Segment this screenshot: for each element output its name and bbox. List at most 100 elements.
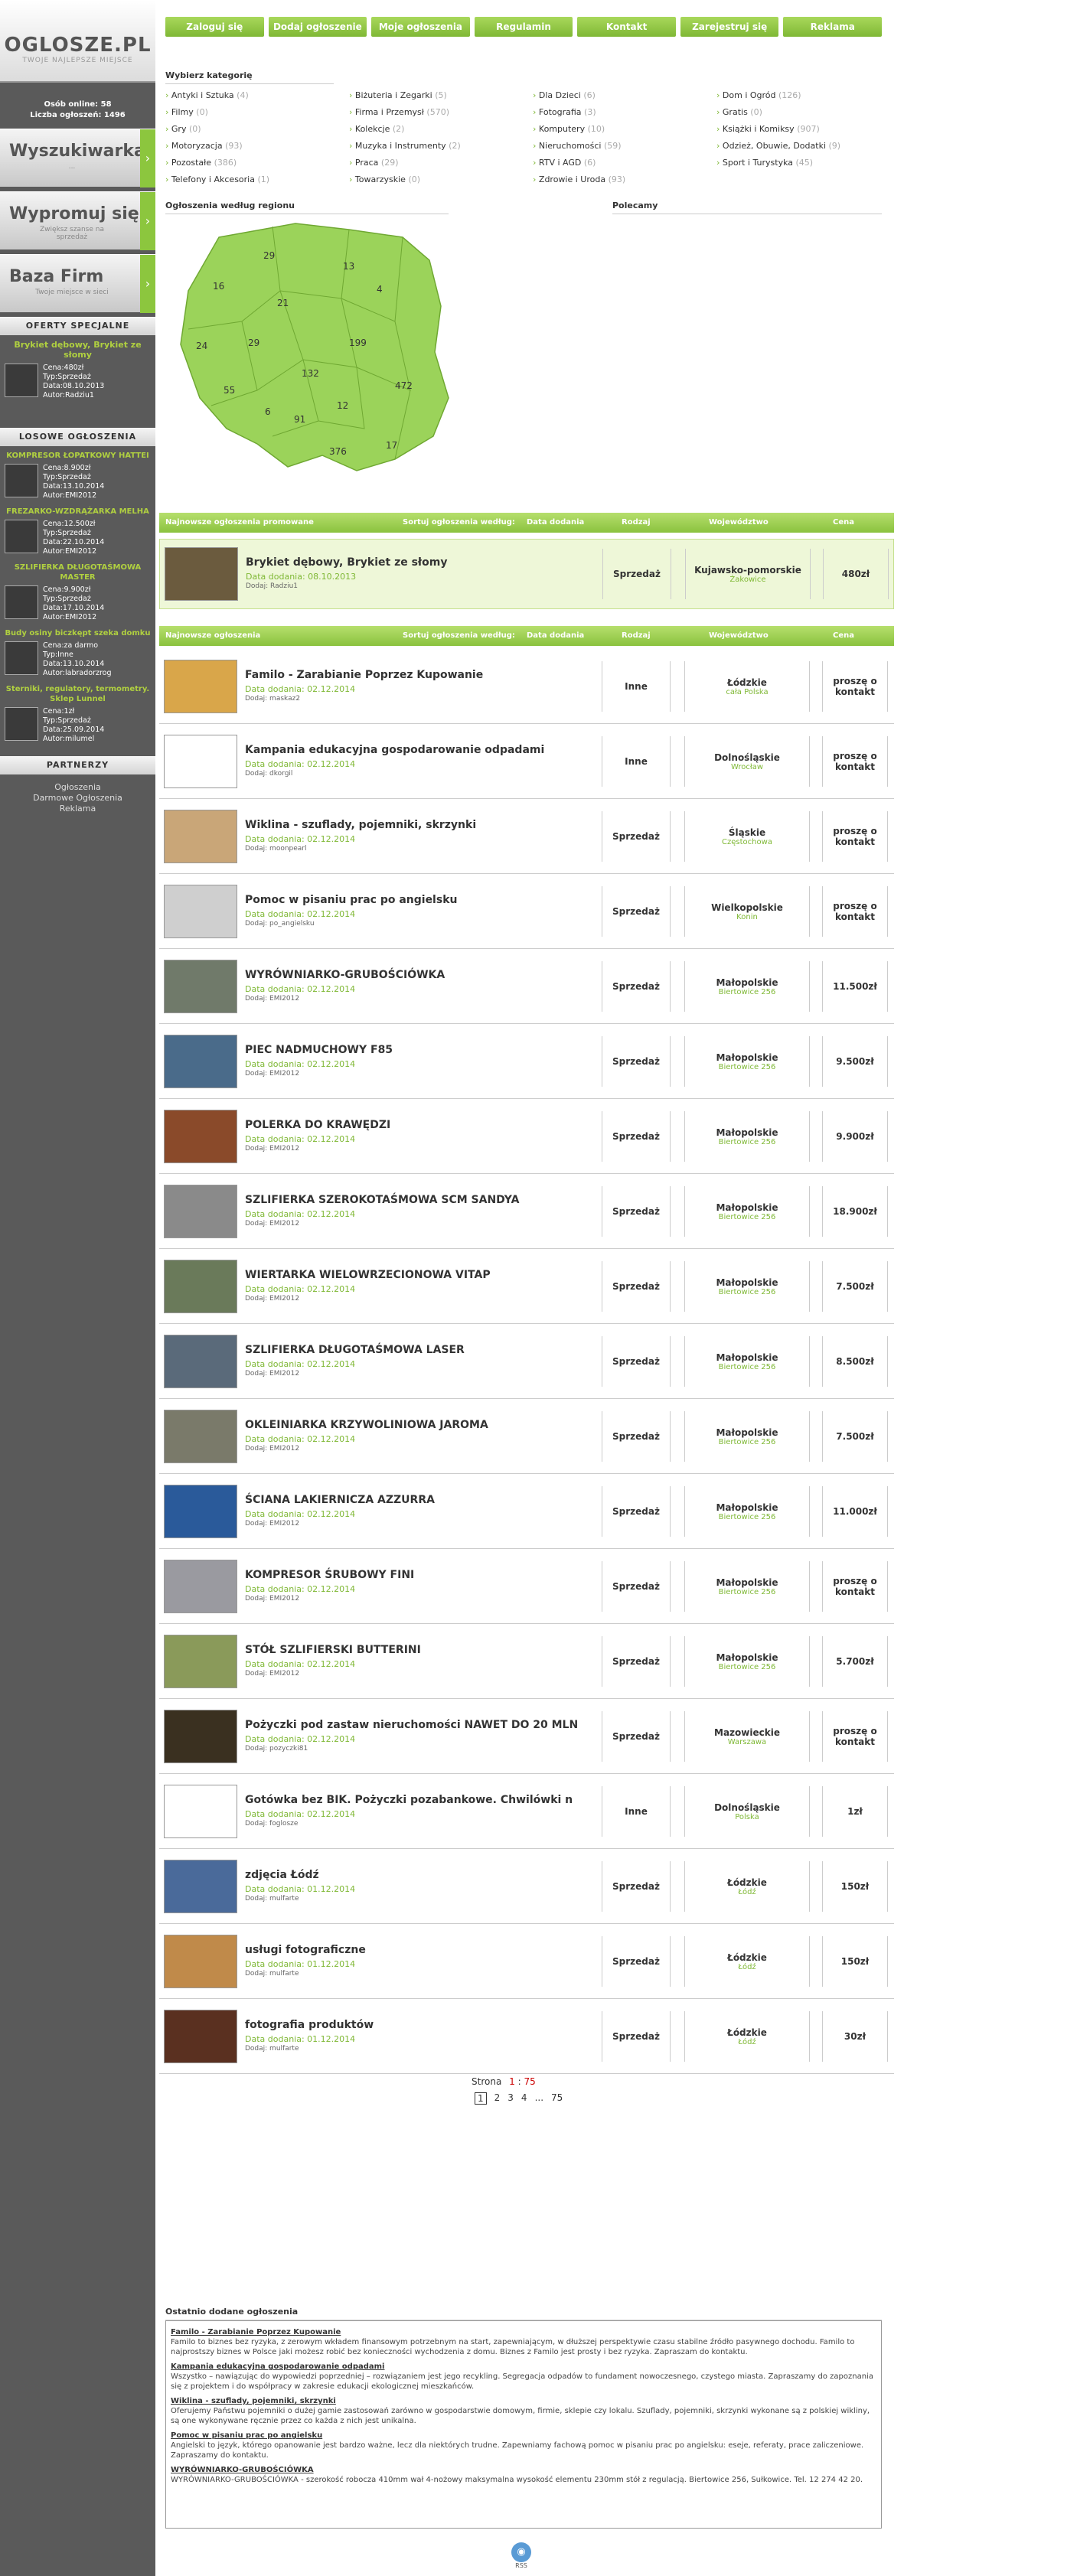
ad-title[interactable]: Wiklina - szuflady, pojemniki, skrzynki	[245, 819, 476, 831]
rss-link[interactable]: ◉ RSS	[508, 2542, 534, 2573]
random-ad-title[interactable]: Budy osiny biczkępt szeka domku	[0, 624, 155, 640]
map-count[interactable]: 472	[395, 380, 413, 391]
category-link[interactable]: Gratis (0)	[716, 107, 762, 117]
random-ad-thumbnail[interactable]	[5, 585, 38, 619]
table-row[interactable]: Kampania edukacyjna gospodarowanie odpad…	[159, 727, 894, 799]
table-row[interactable]: STÓŁ SZLIFIERSKI BUTTERINI Data dodania: …	[159, 1627, 894, 1699]
category-link[interactable]: Motoryzacja (93)	[165, 141, 243, 151]
page-link[interactable]: 2	[494, 2092, 501, 2105]
ad-title[interactable]: WYRÓWNIARKO-GRUBOŚCIÓWKA	[245, 969, 445, 981]
table-row[interactable]: OKLEINIARKA KRZYWOLINIOWA JAROMA Data dod…	[159, 1402, 894, 1474]
sort-date[interactable]: Data dodania	[527, 518, 584, 527]
map-count[interactable]: 132	[302, 368, 319, 379]
recent-ad-title[interactable]: Pomoc w pisaniu prac po angielsku	[171, 2431, 876, 2441]
sort-price[interactable]: Cena	[833, 631, 854, 640]
table-row[interactable]: Wiklina - szuflady, pojemniki, skrzynki D…	[159, 802, 894, 874]
random-ad-title[interactable]: Sterniki, regulatory, termometry. Sklep …	[0, 680, 155, 706]
ad-thumbnail[interactable]	[164, 1035, 237, 1088]
ad-title[interactable]: Familo - Zarabianie Poprzez Kupowanie	[245, 669, 483, 681]
ad-thumbnail[interactable]	[164, 885, 237, 938]
table-row[interactable]: fotografia produktów Data dodania: 01.12.…	[159, 2002, 894, 2074]
map-count[interactable]: 21	[277, 298, 289, 308]
nav-register[interactable]: Zarejestruj się	[680, 17, 779, 37]
category-link[interactable]: Nieruchomości (59)	[533, 141, 622, 151]
random-ad-thumbnail[interactable]	[5, 641, 38, 675]
map-count[interactable]: 12	[337, 400, 348, 411]
random-ad-thumbnail[interactable]	[5, 464, 38, 497]
map-count[interactable]: 16	[213, 281, 224, 292]
category-link[interactable]: Fotografia (3)	[533, 107, 596, 117]
poland-region-map[interactable]: 29 13 16 21 4 24 29 199 132 55 12 472 6 …	[165, 207, 456, 497]
partner-link[interactable]: Ogłoszenia	[0, 782, 155, 793]
category-link[interactable]: Sport i Turystyka (45)	[716, 158, 813, 168]
ad-thumbnail[interactable]	[164, 735, 237, 788]
partner-link[interactable]: Reklama	[0, 804, 155, 814]
special-offer-thumbnail[interactable]	[5, 364, 38, 397]
search-button[interactable]: Wyszukiwarka ... ›	[0, 129, 155, 187]
recent-ad-title[interactable]: Wiklina - szuflady, pojemniki, skrzynki	[171, 2396, 876, 2406]
ad-title[interactable]: OKLEINIARKA KRZYWOLINIOWA JAROMA	[245, 1419, 488, 1431]
table-row[interactable]: zdjęcia Łódź Data dodania: 01.12.2014 Doda…	[159, 1852, 894, 1924]
ad-title[interactable]: Gotówka bez BIK. Pożyczki pozabankowe. C…	[245, 1794, 573, 1806]
ad-thumbnail[interactable]	[164, 1710, 237, 1763]
sort-date[interactable]: Data dodania	[527, 631, 584, 640]
random-ad-title[interactable]: FREZARKO-WZDRĄŻARKA MELHA	[0, 502, 155, 518]
category-link[interactable]: Pozostałe (386)	[165, 158, 237, 168]
ad-thumbnail[interactable]	[164, 1785, 237, 1838]
category-link[interactable]: Dla Dzieci (6)	[533, 90, 596, 100]
ad-thumbnail[interactable]	[164, 1335, 237, 1388]
ad-thumbnail[interactable]	[164, 1485, 237, 1538]
table-row[interactable]: WIERTARKA WIELOWRZECIONOWA VITAP Data dod…	[159, 1252, 894, 1324]
ad-thumbnail[interactable]	[164, 960, 237, 1013]
ad-title[interactable]: ŚCIANA LAKIERNICZA AZZURRA	[245, 1494, 435, 1506]
random-ad-thumbnail[interactable]	[5, 520, 38, 553]
random-ad-title[interactable]: KOMPRESOR ŁOPATKOWY HATTEI	[0, 446, 155, 462]
ad-thumbnail[interactable]	[164, 1860, 237, 1913]
category-link[interactable]: Muzyka i Instrumenty (2)	[349, 141, 461, 151]
category-link[interactable]: Gry (0)	[165, 124, 201, 134]
ad-title[interactable]: Pożyczki pod zastaw nieruchomości NAWET …	[245, 1719, 578, 1731]
table-row[interactable]: SZLIFIERKA SZEROKOTAŚMOWA SCM SANDYA Data…	[159, 1177, 894, 1249]
category-link[interactable]: Praca (29)	[349, 158, 399, 168]
map-count[interactable]: 13	[343, 261, 354, 272]
map-count[interactable]: 6	[265, 406, 271, 417]
ad-title[interactable]: usługi fotograficzne	[245, 1944, 366, 1956]
special-offer-title[interactable]: Brykiet dębowy, Brykiet ze słomy	[0, 335, 155, 362]
table-row[interactable]: WYRÓWNIARKO-GRUBOŚCIÓWKA Data dodania: 02…	[159, 952, 894, 1024]
sort-region[interactable]: Województwo	[709, 631, 769, 640]
recent-ad-title[interactable]: Kampania edukacyjna gospodarowanie odpad…	[171, 2362, 876, 2372]
table-row[interactable]: Familo - Zarabianie Poprzez Kupowanie Dat…	[159, 652, 894, 724]
page-link[interactable]: 4	[521, 2092, 527, 2105]
table-row[interactable]: KOMPRESOR ŚRUBOWY FINI Data dodania: 02.1…	[159, 1552, 894, 1624]
ad-thumbnail[interactable]	[164, 1560, 237, 1613]
category-link[interactable]: Dom i Ogród (126)	[716, 90, 801, 100]
category-link[interactable]: Książki i Komiksy (907)	[716, 124, 820, 134]
map-count[interactable]: 17	[386, 440, 397, 451]
map-count[interactable]: 29	[248, 337, 259, 348]
sort-type[interactable]: Rodzaj	[622, 518, 651, 527]
ad-title[interactable]: KOMPRESOR ŚRUBOWY FINI	[245, 1569, 414, 1581]
ad-title[interactable]: zdjęcia Łódź	[245, 1869, 319, 1881]
category-link[interactable]: RTV i AGD (6)	[533, 158, 596, 168]
partner-link[interactable]: Darmowe Ogłoszenia	[0, 793, 155, 804]
ad-thumbnail[interactable]	[164, 1410, 237, 1463]
nav-terms[interactable]: Regulamin	[474, 17, 573, 37]
category-link[interactable]: Biżuteria i Zegarki (5)	[349, 90, 447, 100]
category-link[interactable]: Komputery (10)	[533, 124, 605, 134]
category-link[interactable]: Zdrowie i Uroda (93)	[533, 174, 625, 184]
map-count[interactable]: 91	[294, 414, 305, 425]
ad-thumbnail[interactable]	[164, 1110, 237, 1163]
company-base-button[interactable]: Baza Firm Twoje miejsce w sieci ›	[0, 254, 155, 313]
recent-ad-title[interactable]: WYRÓWNIARKO-GRUBOŚCIÓWKA	[171, 2465, 876, 2475]
ad-title[interactable]: SZLIFIERKA SZEROKOTAŚMOWA SCM SANDYA	[245, 1194, 519, 1206]
nav-add-ad[interactable]: Dodaj ogłoszenie	[268, 17, 367, 37]
map-count[interactable]: 29	[263, 250, 275, 261]
nav-login[interactable]: Zaloguj się	[165, 17, 264, 37]
category-link[interactable]: Kolekcje (2)	[349, 124, 405, 134]
ad-title[interactable]: fotografia produktów	[245, 2019, 374, 2031]
ad-thumbnail[interactable]	[164, 660, 237, 713]
ad-thumbnail[interactable]	[164, 1635, 237, 1688]
promote-button[interactable]: Wypromuj się! Zwiększ szanse na sprzedaż…	[0, 191, 155, 250]
random-ad-title[interactable]: SZLIFIERKA DŁUGOTAŚMOWA MASTER	[0, 558, 155, 584]
page-link[interactable]: 1	[475, 2092, 487, 2105]
